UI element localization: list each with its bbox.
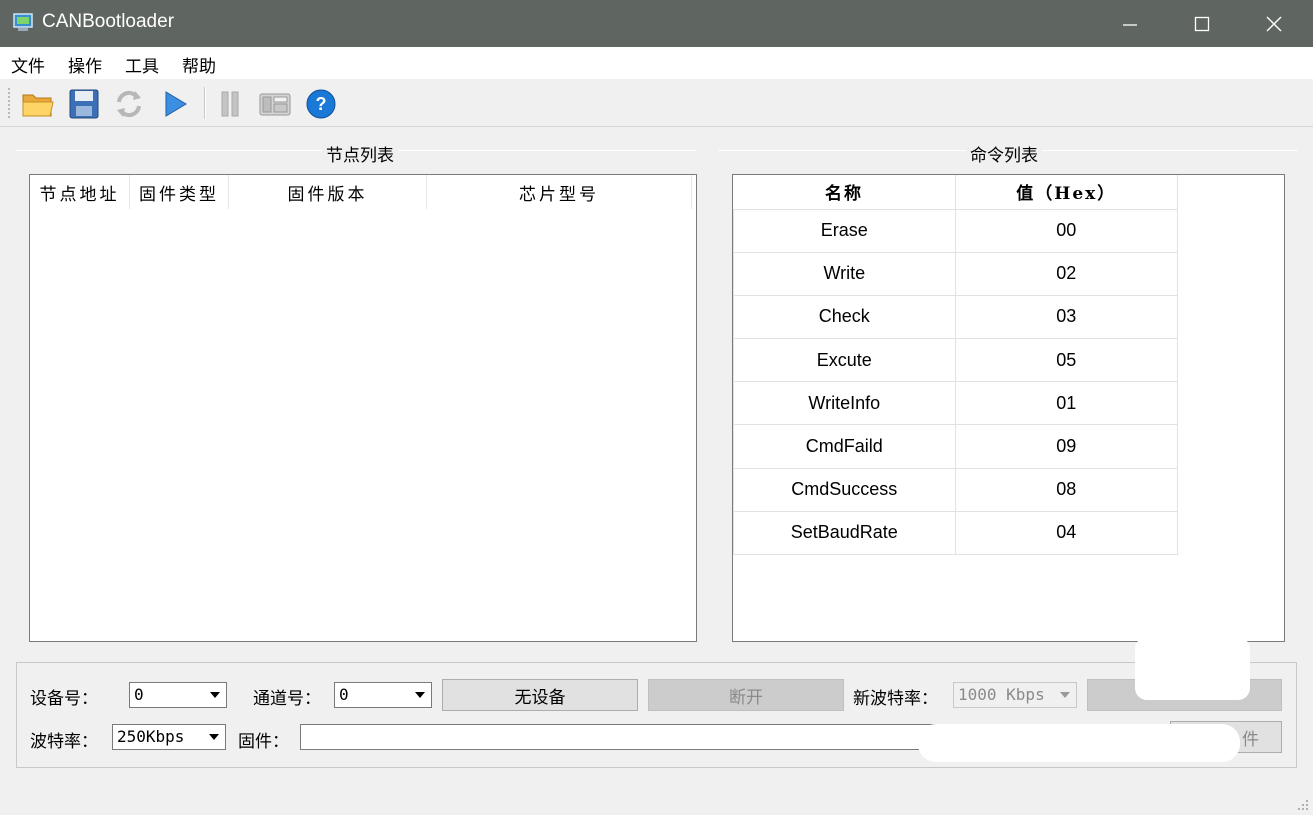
command-table: 名称 值（Hex） Erase 00 Write 02 Check 03 Excute…	[733, 175, 1179, 556]
device-label: 设备号：	[30, 689, 98, 709]
device-select-value: 0	[134, 685, 144, 704]
column-header[interactable]: 名称	[733, 175, 956, 209]
column-header[interactable]: 固件类型	[130, 175, 229, 209]
disconnect-button[interactable]: 断开	[648, 679, 844, 711]
title-bar: CANBootloader	[0, 0, 1313, 47]
command-name: Erase	[733, 208, 956, 253]
command-name: Write	[733, 251, 956, 296]
redaction-mark	[1135, 637, 1250, 700]
device-select[interactable]: 0	[129, 682, 227, 708]
command-name: Excute	[733, 338, 956, 383]
calculator-button[interactable]	[257, 86, 293, 122]
command-value: 03	[954, 294, 1179, 340]
column-header[interactable]: 固件版本	[229, 175, 427, 209]
table-row[interactable]: CmdSuccess 08	[733, 467, 1179, 512]
chevron-down-icon	[210, 692, 220, 698]
table-row[interactable]: Excute 05	[733, 338, 1179, 383]
column-header[interactable]: 芯片型号	[427, 175, 692, 209]
chevron-down-icon	[415, 692, 425, 698]
table-row[interactable]: Erase 00	[733, 208, 1179, 253]
toolbar: ?	[0, 79, 1313, 127]
menu-file[interactable]: 文件	[11, 52, 45, 77]
channel-select-value: 0	[339, 685, 349, 704]
minimize-icon	[1123, 23, 1137, 26]
firmware-label: 固件：	[238, 732, 289, 752]
refresh-icon	[117, 90, 141, 118]
chevron-down-icon	[1060, 692, 1070, 698]
menu-bar: 文件 操作 工具 帮助	[0, 47, 1313, 79]
menu-tools[interactable]: 工具	[125, 52, 159, 77]
command-list-title: 命令列表	[966, 141, 1042, 166]
window-title: CANBootloader	[42, 11, 175, 32]
help-button[interactable]: ?	[303, 86, 339, 122]
baud-select-value: 250Kbps	[117, 727, 185, 746]
command-value: 08	[954, 467, 1179, 512]
command-value: 05	[954, 338, 1179, 383]
app-icon	[13, 13, 33, 31]
open-folder-button[interactable]	[20, 86, 56, 122]
calculator-icon	[259, 93, 291, 116]
channel-label: 通道号：	[253, 689, 321, 709]
column-header[interactable]: 节点地址	[30, 175, 130, 209]
baud-label: 波特率：	[30, 732, 98, 752]
command-name: CmdFaild	[733, 424, 956, 469]
close-icon	[1266, 16, 1282, 31]
toolbar-separator	[204, 87, 206, 119]
menu-operation[interactable]: 操作	[68, 52, 102, 77]
toolbar-grip	[8, 88, 11, 118]
command-name: SetBaudRate	[733, 510, 956, 556]
table-row[interactable]: SetBaudRate 04	[733, 510, 1179, 556]
help-icon: ?	[306, 89, 336, 119]
play-icon	[165, 91, 187, 117]
command-value: 01	[954, 381, 1179, 426]
open-folder-icon	[22, 94, 54, 117]
command-value: 09	[954, 424, 1179, 469]
chevron-down-icon	[209, 734, 219, 740]
command-name: CmdSuccess	[733, 467, 956, 512]
redaction-mark	[918, 724, 1240, 762]
save-icon	[69, 89, 99, 119]
menu-help[interactable]: 帮助	[182, 52, 216, 77]
close-button[interactable]	[1238, 0, 1310, 47]
new-baud-label: 新波特率：	[853, 689, 938, 709]
minimize-button[interactable]	[1094, 0, 1166, 47]
table-row[interactable]: WriteInfo 01	[733, 381, 1179, 426]
command-value: 04	[954, 510, 1179, 556]
no-device-button[interactable]: 无设备	[442, 679, 638, 711]
maximize-icon	[1194, 16, 1210, 31]
command-value: 02	[954, 251, 1179, 296]
refresh-button[interactable]	[111, 86, 147, 122]
command-name: Check	[733, 294, 956, 340]
maximize-button[interactable]	[1166, 0, 1238, 47]
column-header[interactable]: 值（Hex）	[955, 175, 1179, 209]
table-row[interactable]: Check 03	[733, 294, 1179, 340]
command-name: WriteInfo	[733, 381, 956, 426]
table-row[interactable]: CmdFaild 09	[733, 424, 1179, 469]
command-value: 00	[954, 208, 1179, 253]
pause-button[interactable]	[212, 86, 248, 122]
channel-select[interactable]: 0	[334, 682, 432, 708]
open-firmware-button-label: 件	[1242, 729, 1259, 750]
svg-text:?: ?	[316, 94, 327, 114]
new-baud-select-value: 1000 Kbps	[958, 685, 1045, 704]
table-row[interactable]: Write 02	[733, 251, 1179, 296]
new-baud-select[interactable]: 1000 Kbps	[953, 682, 1077, 708]
resize-grip-icon[interactable]	[1296, 798, 1310, 812]
node-list-panel[interactable]: 节点地址 固件类型 固件版本 芯片型号	[29, 174, 697, 642]
pause-icon	[221, 91, 239, 117]
run-button[interactable]	[157, 86, 193, 122]
save-button[interactable]	[66, 86, 102, 122]
node-list-title: 节点列表	[322, 141, 398, 166]
baud-select[interactable]: 250Kbps	[112, 724, 226, 750]
